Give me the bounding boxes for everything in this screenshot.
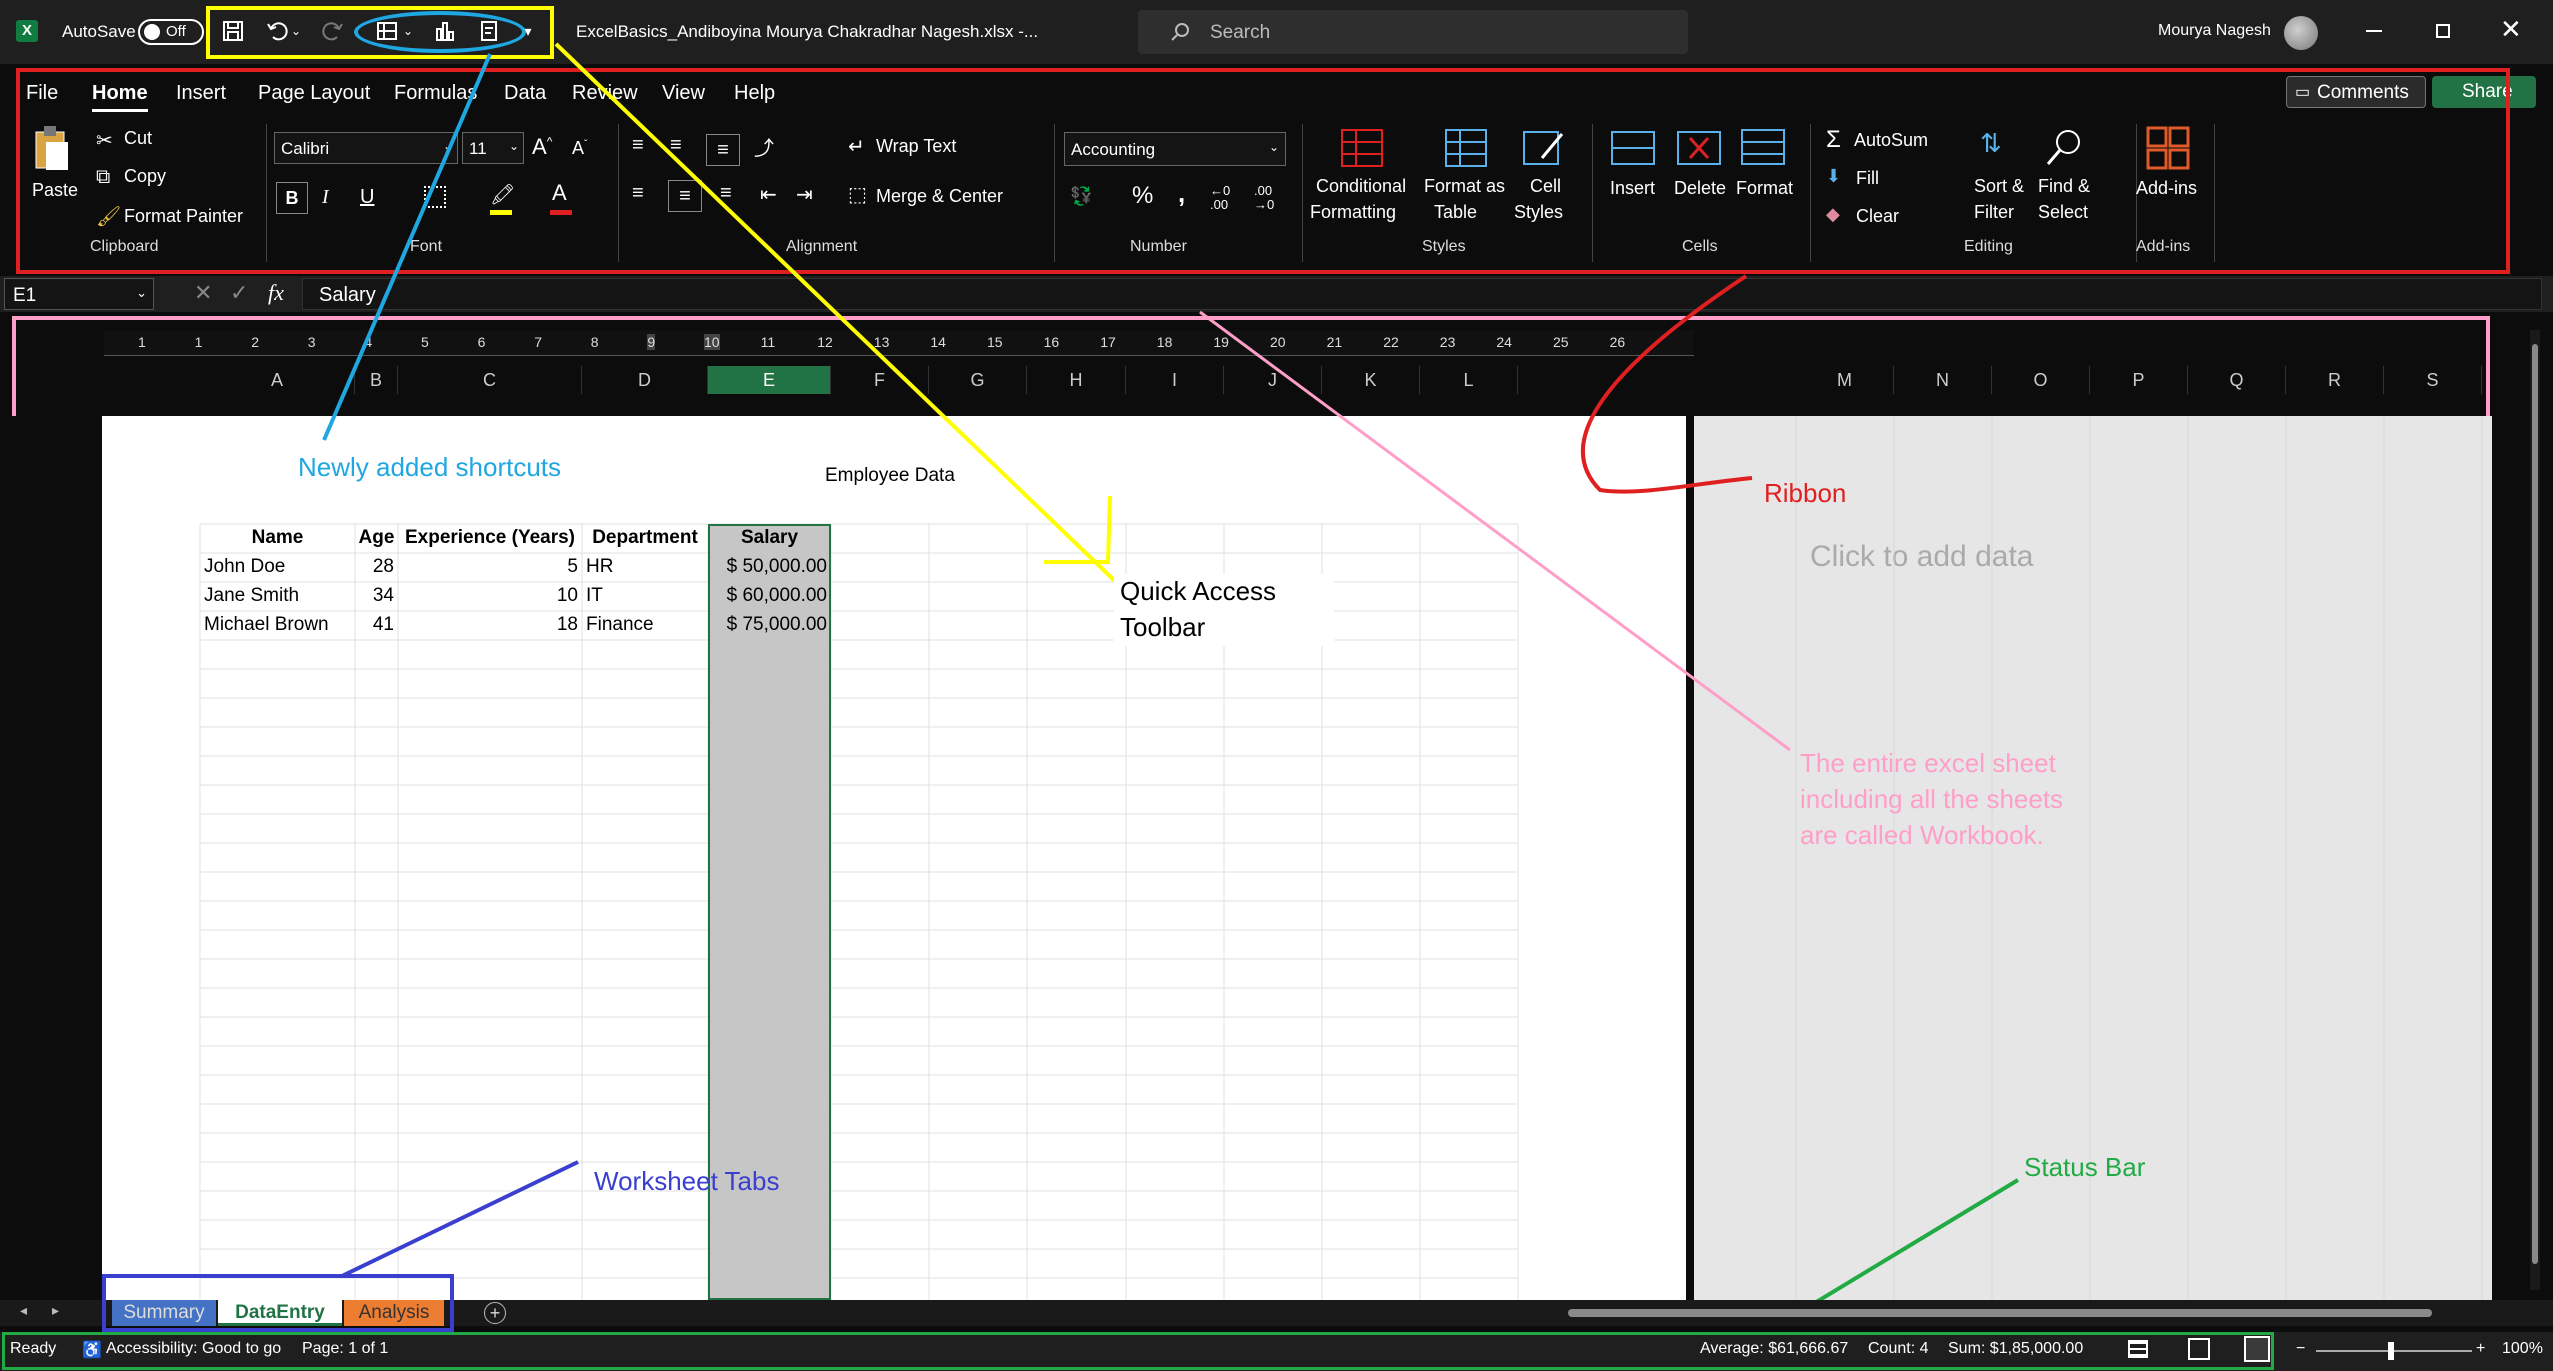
header-experience[interactable]: Experience (Years) [398,524,582,553]
status-sum[interactable]: Sum: $1,85,000.00 [1948,1340,2083,1358]
scroll-left-icon[interactable]: ◂ [20,1302,27,1319]
zoom-level[interactable]: 100% [2502,1340,2543,1358]
cell-experience[interactable]: 10 [402,582,578,611]
cell-department[interactable]: HR [586,553,704,582]
cell-department[interactable]: Finance [586,611,704,640]
annotation-status-bar: Status Bar [2024,1152,2146,1182]
cell-experience[interactable]: 5 [402,553,578,582]
status-page: Page: 1 of 1 [302,1340,389,1357]
annotation-workbook-line3: are called Workbook. [1800,820,2044,850]
annotation-workbook-line1: The entire excel sheet [1800,748,2056,778]
cell-age[interactable]: 28 [359,553,394,582]
cell-name[interactable]: John Doe [204,553,351,582]
cell-name[interactable]: Jane Smith [204,582,351,611]
cell-experience[interactable]: 18 [402,611,578,640]
cell-salary[interactable]: $ 50,000.00 [712,553,827,582]
sheet-tab-summary[interactable]: Summary [112,1300,216,1326]
status-count[interactable]: Count: 4 [1868,1340,1928,1358]
horizontal-scrollbar[interactable] [1556,1304,2456,1322]
cell-age[interactable]: 34 [359,582,394,611]
vertical-scrollbar[interactable] [2530,330,2540,1290]
page-title: Employee Data [825,465,955,486]
annotation-ribbon: Ribbon [1764,478,1847,508]
normal-view-icon[interactable] [2128,1340,2148,1358]
cell-department[interactable]: IT [586,582,704,611]
page-layout-icon[interactable] [2188,1338,2210,1360]
cell-name[interactable]: Michael Brown [204,611,351,640]
gridlines [199,416,2483,1308]
scroll-right-icon[interactable]: ▸ [52,1302,59,1319]
annotation-qat-line1: Quick Access [1120,576,1277,606]
new-sheet-button[interactable]: + [484,1302,506,1324]
sheet-tab-analysis[interactable]: Analysis [344,1300,444,1326]
annotation-workbook-line2: including all the sheets [1800,784,2064,814]
annotation-qat-line2: Toolbar [1120,612,1206,642]
status-ready: Ready [10,1340,57,1357]
zoom-out-icon[interactable]: − [2296,1340,2305,1358]
annotation-shortcuts: Newly added shortcuts [298,452,562,482]
sheet-tab-dataentry[interactable]: DataEntry [218,1300,342,1326]
accessibility-icon: ♿ [82,1342,102,1359]
page-break-icon[interactable] [2244,1336,2270,1362]
cell-age[interactable]: 41 [359,611,394,640]
header-name[interactable]: Name [200,524,355,553]
header-age[interactable]: Age [355,524,398,553]
annotation-worksheet-tabs: Worksheet Tabs [594,1166,780,1196]
zoom-slider[interactable] [2316,1342,2472,1360]
cell-salary[interactable]: $ 75,000.00 [712,611,827,640]
cell-salary[interactable]: $ 60,000.00 [712,582,827,611]
zoom-in-icon[interactable]: + [2476,1340,2485,1358]
header-salary[interactable]: Salary [708,524,831,553]
header-department[interactable]: Department [582,524,708,553]
status-accessibility[interactable]: Accessibility: Good to go [106,1340,281,1358]
status-average[interactable]: Average: $61,666.67 [1700,1340,1848,1358]
